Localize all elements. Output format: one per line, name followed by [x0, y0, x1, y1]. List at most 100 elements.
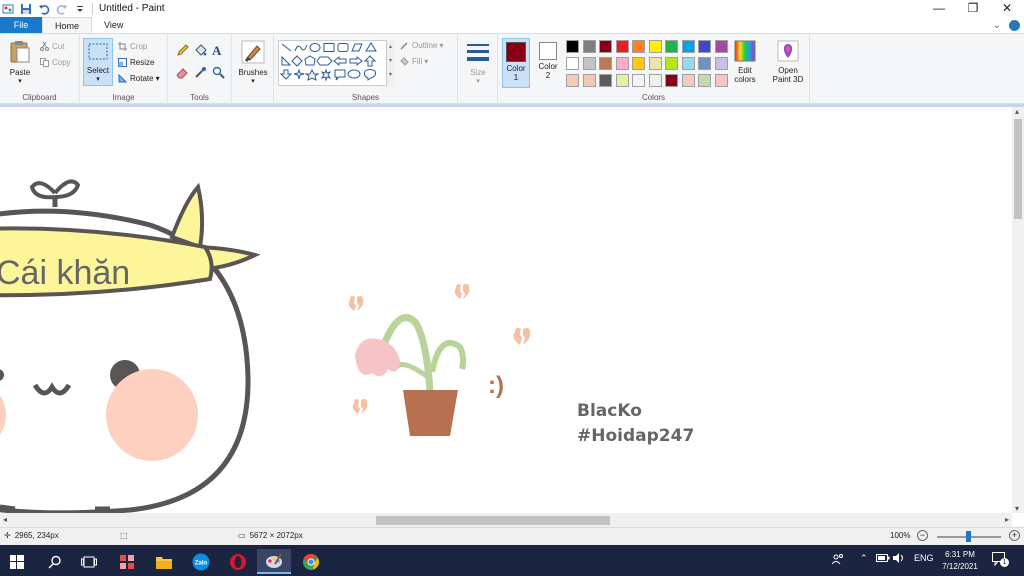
fill-button[interactable]: Fill ▾	[400, 57, 428, 66]
scroll-down-icon[interactable]: ▾	[1015, 504, 1019, 513]
palette-swatch[interactable]	[582, 74, 596, 87]
palette-swatch[interactable]	[632, 40, 645, 53]
task-view-button[interactable]	[72, 549, 106, 574]
palette-swatch[interactable]	[648, 57, 662, 70]
scroll-up-icon[interactable]: ▴	[1015, 107, 1019, 116]
outline-button[interactable]: Outline ▾	[400, 41, 443, 50]
collapse-ribbon-icon[interactable]: ⌄	[993, 20, 1001, 31]
palette-swatch[interactable]	[566, 40, 579, 53]
system-clock[interactable]: 6:31 PM 7/12/2021	[936, 549, 984, 573]
notification-center-icon[interactable]: 1	[992, 552, 1009, 568]
shapes-gallery[interactable]	[278, 40, 394, 86]
color1-button[interactable]: Color 1	[502, 38, 530, 88]
taskbar-opera[interactable]	[221, 549, 255, 574]
color-picker-icon[interactable]	[194, 66, 207, 82]
search-button[interactable]	[38, 549, 72, 574]
color2-button[interactable]: Color 2	[534, 38, 562, 88]
undo-icon[interactable]	[38, 3, 50, 15]
paste-button[interactable]: Paste ▾	[5, 40, 35, 85]
volume-icon[interactable]	[893, 553, 905, 565]
taskbar-paint[interactable]	[257, 549, 291, 574]
svg-text:Zalo: Zalo	[195, 560, 208, 566]
palette-swatch[interactable]	[665, 74, 678, 87]
crop-button[interactable]: Crop	[118, 42, 147, 51]
open-paint3d-button[interactable]: Open Paint 3D	[768, 40, 808, 84]
zoom-slider-thumb[interactable]	[966, 531, 971, 542]
resize-button[interactable]: Resize	[118, 58, 154, 67]
palette-swatch[interactable]	[714, 57, 728, 70]
palette-swatch[interactable]	[615, 57, 629, 70]
drawing-canvas[interactable]: Cái khăn:) BlacKo #Hoidap247	[0, 107, 1012, 513]
taskbar-chrome[interactable]	[294, 549, 328, 574]
palette-swatch[interactable]	[681, 57, 695, 70]
palette-swatch[interactable]	[566, 57, 579, 70]
restore-button[interactable]: ❐	[956, 0, 990, 17]
taskbar-file-explorer[interactable]	[147, 549, 181, 574]
selection-icon: ⬚	[120, 531, 128, 540]
canvas-area[interactable]: Cái khăn:) BlacKo #Hoidap247	[0, 107, 1012, 513]
taskbar-app-1[interactable]	[110, 549, 144, 574]
copy-button[interactable]: Copy	[40, 58, 71, 67]
horizontal-scroll-thumb[interactable]	[376, 516, 610, 525]
tab-file[interactable]: File	[0, 17, 42, 33]
horizontal-scrollbar[interactable]: ◂ ▸	[0, 513, 1012, 527]
palette-swatch[interactable]	[698, 40, 711, 53]
palette-swatch[interactable]	[698, 74, 711, 87]
palette-swatch[interactable]	[566, 74, 579, 87]
vertical-scrollbar[interactable]: ▴ ▾	[1012, 107, 1024, 513]
close-button[interactable]: ✕	[990, 0, 1024, 17]
app-grid-icon	[120, 554, 134, 569]
zoom-in-button[interactable]: +	[1009, 530, 1020, 541]
banner-text: Cái khăn	[0, 254, 130, 292]
palette-swatch[interactable]	[615, 40, 629, 53]
brushes-button[interactable]: Brushes ▾	[235, 40, 271, 85]
taskbar-zalo[interactable]: Zalo	[184, 549, 218, 574]
palette-swatch[interactable]	[714, 74, 728, 87]
magnifier-icon[interactable]	[212, 66, 225, 82]
customize-toolbar-icon[interactable]	[74, 3, 86, 15]
save-icon[interactable]	[20, 3, 32, 15]
palette-swatch[interactable]	[698, 57, 711, 70]
minimize-button[interactable]: —	[922, 0, 956, 17]
text-tool-icon[interactable]: A	[212, 43, 221, 59]
help-icon[interactable]: ?	[1009, 19, 1020, 31]
fill-bucket-icon[interactable]	[194, 44, 207, 60]
people-icon[interactable]	[831, 553, 844, 567]
palette-swatch[interactable]	[714, 40, 728, 53]
palette-swatch[interactable]	[582, 40, 596, 53]
palette-swatch[interactable]	[615, 74, 629, 87]
palette-swatch[interactable]	[599, 57, 612, 70]
palette-swatch[interactable]	[648, 40, 662, 53]
palette-swatch[interactable]	[632, 74, 645, 87]
rotate-button[interactable]: Rotate ▾	[118, 73, 160, 83]
paint-app-icon[interactable]	[2, 3, 14, 15]
vertical-scroll-thumb[interactable]	[1014, 119, 1022, 219]
zoom-out-button[interactable]: −	[917, 530, 928, 541]
select-button[interactable]: Select ▾	[83, 38, 113, 86]
palette-swatch[interactable]	[599, 74, 612, 87]
battery-icon[interactable]	[876, 553, 890, 565]
start-button[interactable]	[0, 549, 34, 574]
pencil-icon[interactable]	[176, 44, 189, 60]
palette-swatch[interactable]	[665, 57, 678, 70]
tab-home[interactable]: Home	[42, 17, 93, 33]
size-button[interactable]: Size ▾	[463, 40, 493, 85]
tab-view[interactable]: View	[92, 17, 135, 33]
cut-button[interactable]: Cut	[40, 41, 64, 51]
palette-swatch[interactable]	[599, 40, 612, 53]
eraser-icon[interactable]	[176, 66, 189, 82]
scroll-right-icon[interactable]: ▸	[1005, 515, 1009, 524]
scroll-left-icon[interactable]: ◂	[3, 515, 7, 524]
palette-swatch[interactable]	[632, 57, 645, 70]
palette-swatch[interactable]	[681, 74, 695, 87]
palette-swatch[interactable]	[681, 40, 695, 53]
colors-label: Colors	[641, 93, 666, 102]
input-language[interactable]: ENG	[914, 553, 934, 563]
palette-swatch[interactable]	[648, 74, 662, 87]
redo-icon[interactable]	[56, 3, 68, 15]
show-hidden-icons[interactable]: ⌃	[860, 553, 868, 564]
shapes-scroll[interactable]: ▴ ▾ ▾	[386, 40, 394, 86]
palette-swatch[interactable]	[665, 40, 678, 53]
edit-colors-button[interactable]: Edit colors	[730, 40, 760, 84]
palette-swatch[interactable]	[582, 57, 596, 70]
